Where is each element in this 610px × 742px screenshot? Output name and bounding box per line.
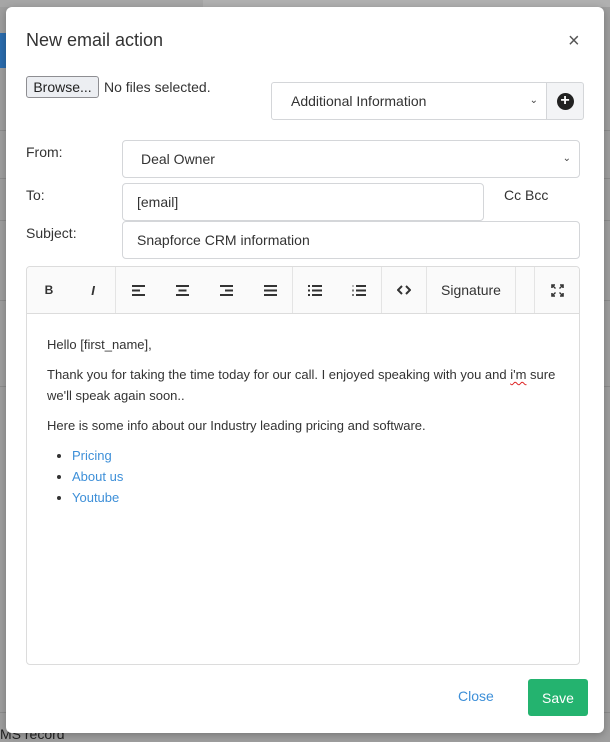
align-center-button[interactable] [160,267,204,313]
list-group [293,267,382,313]
thanks-text: Thank you for taking the time today for … [47,367,511,382]
align-right-icon [219,284,233,296]
ordered-list-icon [352,284,366,296]
to-input[interactable]: [email] [122,183,484,221]
from-select[interactable]: Deal Owner ⌄ [122,140,580,178]
signature-group: Signature [427,267,516,313]
file-status: No files selected. [104,79,211,95]
cc-link[interactable]: Cc [504,187,521,203]
subject-value: Snapforce CRM information [137,232,310,248]
italic-icon: I [91,282,95,298]
font-style-group: B I [27,267,116,313]
new-email-action-modal: New email action × Browse... No files se… [6,7,604,733]
align-center-icon [175,284,189,296]
about-us-link[interactable]: About us [72,469,123,484]
list-item: Pricing [72,445,559,466]
modal-title: New email action [26,30,164,50]
unordered-list-icon [308,284,322,296]
plus-circle-icon: + [556,92,574,110]
bold-icon: B [44,283,54,297]
thanks-paragraph: Thank you for taking the time today for … [47,364,559,406]
from-label: From: [26,144,63,160]
editor-content[interactable]: Hello [first_name], Thank you for taking… [27,314,579,522]
save-button[interactable]: Save [528,679,588,716]
background-header-right [203,0,610,7]
ordered-list-button[interactable] [337,267,381,313]
bold-button[interactable]: B [27,267,71,313]
link-list: Pricing About us Youtube [47,445,559,508]
code-view-icon [397,285,411,295]
list-item: About us [72,466,559,487]
code-view-button[interactable] [382,267,426,313]
align-left-button[interactable] [116,267,160,313]
list-item: Youtube [72,487,559,508]
merge-field-value: Additional Information [291,93,427,109]
fullscreen-group [534,267,579,313]
align-justify-icon [263,284,277,296]
unordered-list-button[interactable] [293,267,337,313]
editor-toolbar: B I Signature [27,267,579,314]
merge-field-select[interactable]: Additional Information ⌄ [271,82,547,120]
fullscreen-button[interactable] [535,267,579,313]
chevron-down-icon: ⌄ [562,152,571,164]
youtube-link[interactable]: Youtube [72,490,119,505]
bcc-link[interactable]: Bcc [525,187,548,203]
from-value: Deal Owner [141,151,215,167]
align-right-button[interactable] [204,267,248,313]
close-icon[interactable]: × [568,31,580,51]
fullscreen-icon [550,283,564,297]
add-merge-field-button[interactable]: + [546,82,584,120]
code-group [382,267,427,313]
info-paragraph: Here is some info about our Industry lea… [47,418,426,433]
greeting-paragraph: Hello [first_name], [47,337,152,352]
to-value: [email] [137,194,179,210]
to-label: To: [26,187,45,203]
browse-button[interactable]: Browse... [26,76,99,98]
subject-label: Subject: [26,225,77,241]
cc-bcc-toggle: Cc Bcc [504,187,548,203]
rich-text-editor: B I Signature Hello [first_name], Thank … [26,266,580,665]
italic-button[interactable]: I [71,267,115,313]
close-button[interactable]: Close [458,688,494,704]
pricing-link[interactable]: Pricing [72,448,112,463]
signature-button[interactable]: Signature [427,267,515,313]
chevron-down-icon: ⌄ [529,94,538,106]
align-justify-button[interactable] [248,267,292,313]
subject-input[interactable]: Snapforce CRM information [122,221,580,259]
align-left-icon [131,284,145,296]
alignment-group [116,267,293,313]
misspelled-word: i'm [510,367,527,382]
